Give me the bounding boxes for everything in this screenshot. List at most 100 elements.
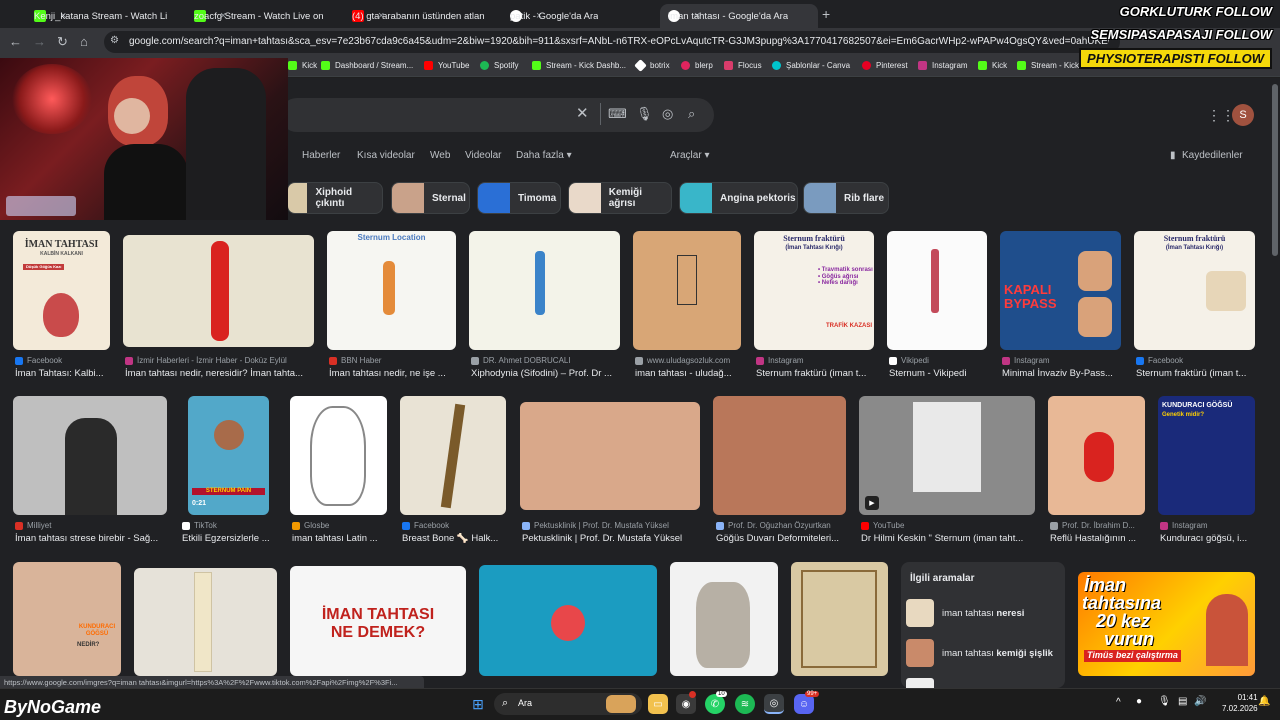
chip-angina[interactable]: Angina pektoris xyxy=(679,182,798,214)
tab-kick-kenji[interactable]: Kenji_katana Stream - Watch Li × xyxy=(26,4,186,28)
image-result[interactable] xyxy=(400,396,506,515)
image-result[interactable]: İMAN TAHTASI NE DEMEK? xyxy=(290,566,466,676)
image-result[interactable] xyxy=(887,231,987,350)
bookmark-item[interactable]: Pinterest xyxy=(862,61,908,70)
clear-search-icon[interactable]: ✕ xyxy=(576,104,589,122)
notifications-icon[interactable]: 🔔 xyxy=(1258,696,1270,707)
image-title[interactable]: Sternum fraktürü (iman t... xyxy=(1136,368,1256,379)
image-source[interactable]: Instagram xyxy=(1160,521,1257,530)
image-title[interactable]: Göğüs Duvarı Deformiteleri... xyxy=(716,533,848,544)
saved-button[interactable]: Kaydedilenler xyxy=(1182,150,1243,161)
chip-sternal[interactable]: Sternal xyxy=(391,182,470,214)
tab-more[interactable]: Daha fazla ▾ xyxy=(516,150,572,161)
related-search-item[interactable]: iman tahtası kemiği şişlik xyxy=(906,638,1058,668)
volume-icon[interactable]: 🔊 xyxy=(1194,696,1206,707)
site-info-icon[interactable]: ⚙ xyxy=(110,35,119,46)
bookmark-item[interactable]: Stream - Kick Dashb... xyxy=(532,61,626,70)
image-source[interactable]: Milliyet xyxy=(15,521,170,530)
back-button[interactable]: ← xyxy=(9,34,22,49)
image-source[interactable]: www.uludagsozluk.com xyxy=(635,356,743,365)
image-result[interactable]: İMAN TAHTASI KALBİN KALKANI Düşük Göğüs … xyxy=(13,231,110,350)
tab-google-iman[interactable]: iman tahtası - Google'da Ara × xyxy=(660,4,818,28)
image-source[interactable]: Vikipedi xyxy=(889,356,989,365)
bookmark-item[interactable]: Kick xyxy=(978,61,1007,70)
image-result[interactable]: STERNUM PAIN 0:21 xyxy=(188,396,269,515)
chrome-icon[interactable]: ◎ xyxy=(764,694,784,714)
image-result[interactable] xyxy=(123,235,314,347)
keyboard-icon[interactable]: ⌨ xyxy=(608,106,627,122)
image-result[interactable] xyxy=(1048,396,1145,515)
image-result[interactable] xyxy=(791,562,888,676)
image-result[interactable] xyxy=(134,568,277,676)
whatsapp-icon[interactable]: ✆ xyxy=(705,694,725,714)
image-source[interactable]: Prof. Dr. Oğuzhan Özyurtkan xyxy=(716,521,848,530)
tab-videos[interactable]: Videolar xyxy=(465,150,502,161)
related-search-item[interactable]: iman tahtası neresi xyxy=(906,598,1058,628)
windows-start-icon[interactable]: ⊞ xyxy=(468,694,488,714)
image-result[interactable]: Sternum fraktürü (İman Tahtası Kırığı) •… xyxy=(754,231,874,350)
image-title[interactable]: Dr Hilmi Keskin " Sternum (iman taht... xyxy=(861,533,1037,544)
image-title[interactable]: iman tahtası Latin ... xyxy=(292,533,389,544)
image-source[interactable]: BBN Haber xyxy=(329,356,457,365)
tab-youtube[interactable]: (4) gta arabanın üstünden atlan × xyxy=(344,4,502,28)
image-source[interactable]: Instagram xyxy=(1002,356,1122,365)
image-title[interactable]: Kunduracı göğsü, i... xyxy=(1160,533,1257,544)
bookmark-item[interactable]: blerp xyxy=(681,61,713,70)
tools-button[interactable]: Araçlar ▾ xyxy=(670,150,709,161)
image-source[interactable]: Facebook xyxy=(402,521,508,530)
chip-rib-flare[interactable]: Rib flare xyxy=(803,182,889,214)
file-explorer-icon[interactable]: ▭ xyxy=(648,694,668,714)
image-result[interactable] xyxy=(713,396,846,515)
bookmark-item[interactable]: Kick xyxy=(288,61,317,70)
image-source[interactable]: DR. Ahmet DOBRUCALI xyxy=(471,356,621,365)
tab-web[interactable]: Web xyxy=(430,150,450,161)
image-title[interactable]: Pektusklinik | Prof. Dr. Mustafa Yüksel xyxy=(522,533,702,544)
image-title[interactable]: Sternum - Vikipedi xyxy=(889,368,989,379)
image-title[interactable]: İman tahtası nedir, ne işe ... xyxy=(329,368,457,379)
image-result[interactable] xyxy=(469,231,620,350)
image-title[interactable]: İman tahtası nedir, neresidir? İman taht… xyxy=(125,368,317,379)
tab-short-videos[interactable]: Kısa videolar xyxy=(357,150,415,161)
search-icon[interactable]: ⌕ xyxy=(688,106,695,122)
image-result[interactable]: ▶ xyxy=(859,396,1035,515)
tab-news[interactable]: Haberler xyxy=(302,150,340,161)
image-result[interactable]: İman tahtasına 20 kez vurun Timüs bezi ç… xyxy=(1078,572,1255,676)
tab-kick-zoacfg[interactable]: zoacfg Stream - Watch Live on × xyxy=(186,4,344,28)
tab-google-patik[interactable]: patik - Google'da Ara × xyxy=(502,4,660,28)
chevron-up-icon[interactable]: ^ xyxy=(1116,697,1121,708)
bookmark-item[interactable]: botrix xyxy=(634,59,670,72)
network-icon[interactable]: ▤ xyxy=(1178,696,1187,707)
chip-xiphoid[interactable]: Xiphoid çıkıntı xyxy=(287,182,383,214)
image-title[interactable]: Etkili Egzersizlerle ... xyxy=(182,533,277,544)
image-source[interactable]: Facebook xyxy=(1136,356,1256,365)
bookmark-item[interactable]: Dashboard / Stream... xyxy=(321,61,413,70)
microphone-icon[interactable]: 🎙 xyxy=(1158,696,1171,707)
image-title[interactable]: Minimal İnvaziv By-Pass... xyxy=(1002,368,1122,379)
image-source[interactable]: YouTube xyxy=(861,521,1037,530)
reload-button[interactable]: ↻ xyxy=(57,34,68,50)
scrollbar-thumb[interactable] xyxy=(1272,84,1278,256)
bookmark-item[interactable]: Şablonlar - Canva xyxy=(772,61,850,70)
forward-button[interactable]: → xyxy=(33,34,46,49)
image-result[interactable]: KUNDURACI GÖĞSÜ NEDİR? xyxy=(13,562,121,676)
lens-icon[interactable]: ◎ xyxy=(662,106,673,122)
image-source[interactable]: Instagram xyxy=(756,356,876,365)
bookmark-item[interactable]: YouTube xyxy=(424,61,469,70)
image-result[interactable] xyxy=(670,562,778,676)
bookmark-item[interactable]: Spotify xyxy=(480,61,518,70)
address-url[interactable]: google.com/search?q=iman+tahtası&sca_esv… xyxy=(129,36,1109,47)
image-source[interactable]: TikTok xyxy=(182,521,277,530)
image-title[interactable]: Sternum fraktürü (iman t... xyxy=(756,368,876,379)
account-avatar[interactable]: S xyxy=(1232,104,1254,126)
image-title[interactable]: Xiphodynia (Sifodini) – Prof. Dr ... xyxy=(471,368,621,379)
tray-app-icon[interactable]: ● xyxy=(1136,696,1142,707)
image-result[interactable] xyxy=(290,396,387,515)
image-title[interactable]: İman Tahtası: Kalbi... xyxy=(15,368,115,379)
image-source[interactable]: Glosbe xyxy=(292,521,389,530)
microphone-icon[interactable]: 🎙 xyxy=(636,106,653,122)
bookmark-item[interactable]: Instagram xyxy=(918,61,968,70)
chip-kemigi-agrisi[interactable]: Kemiği ağrısı xyxy=(568,182,672,214)
image-source[interactable]: Pektusklinik | Prof. Dr. Mustafa Yüksel xyxy=(522,521,702,530)
home-button[interactable]: ⌂ xyxy=(80,34,88,49)
image-result[interactable] xyxy=(520,402,700,510)
